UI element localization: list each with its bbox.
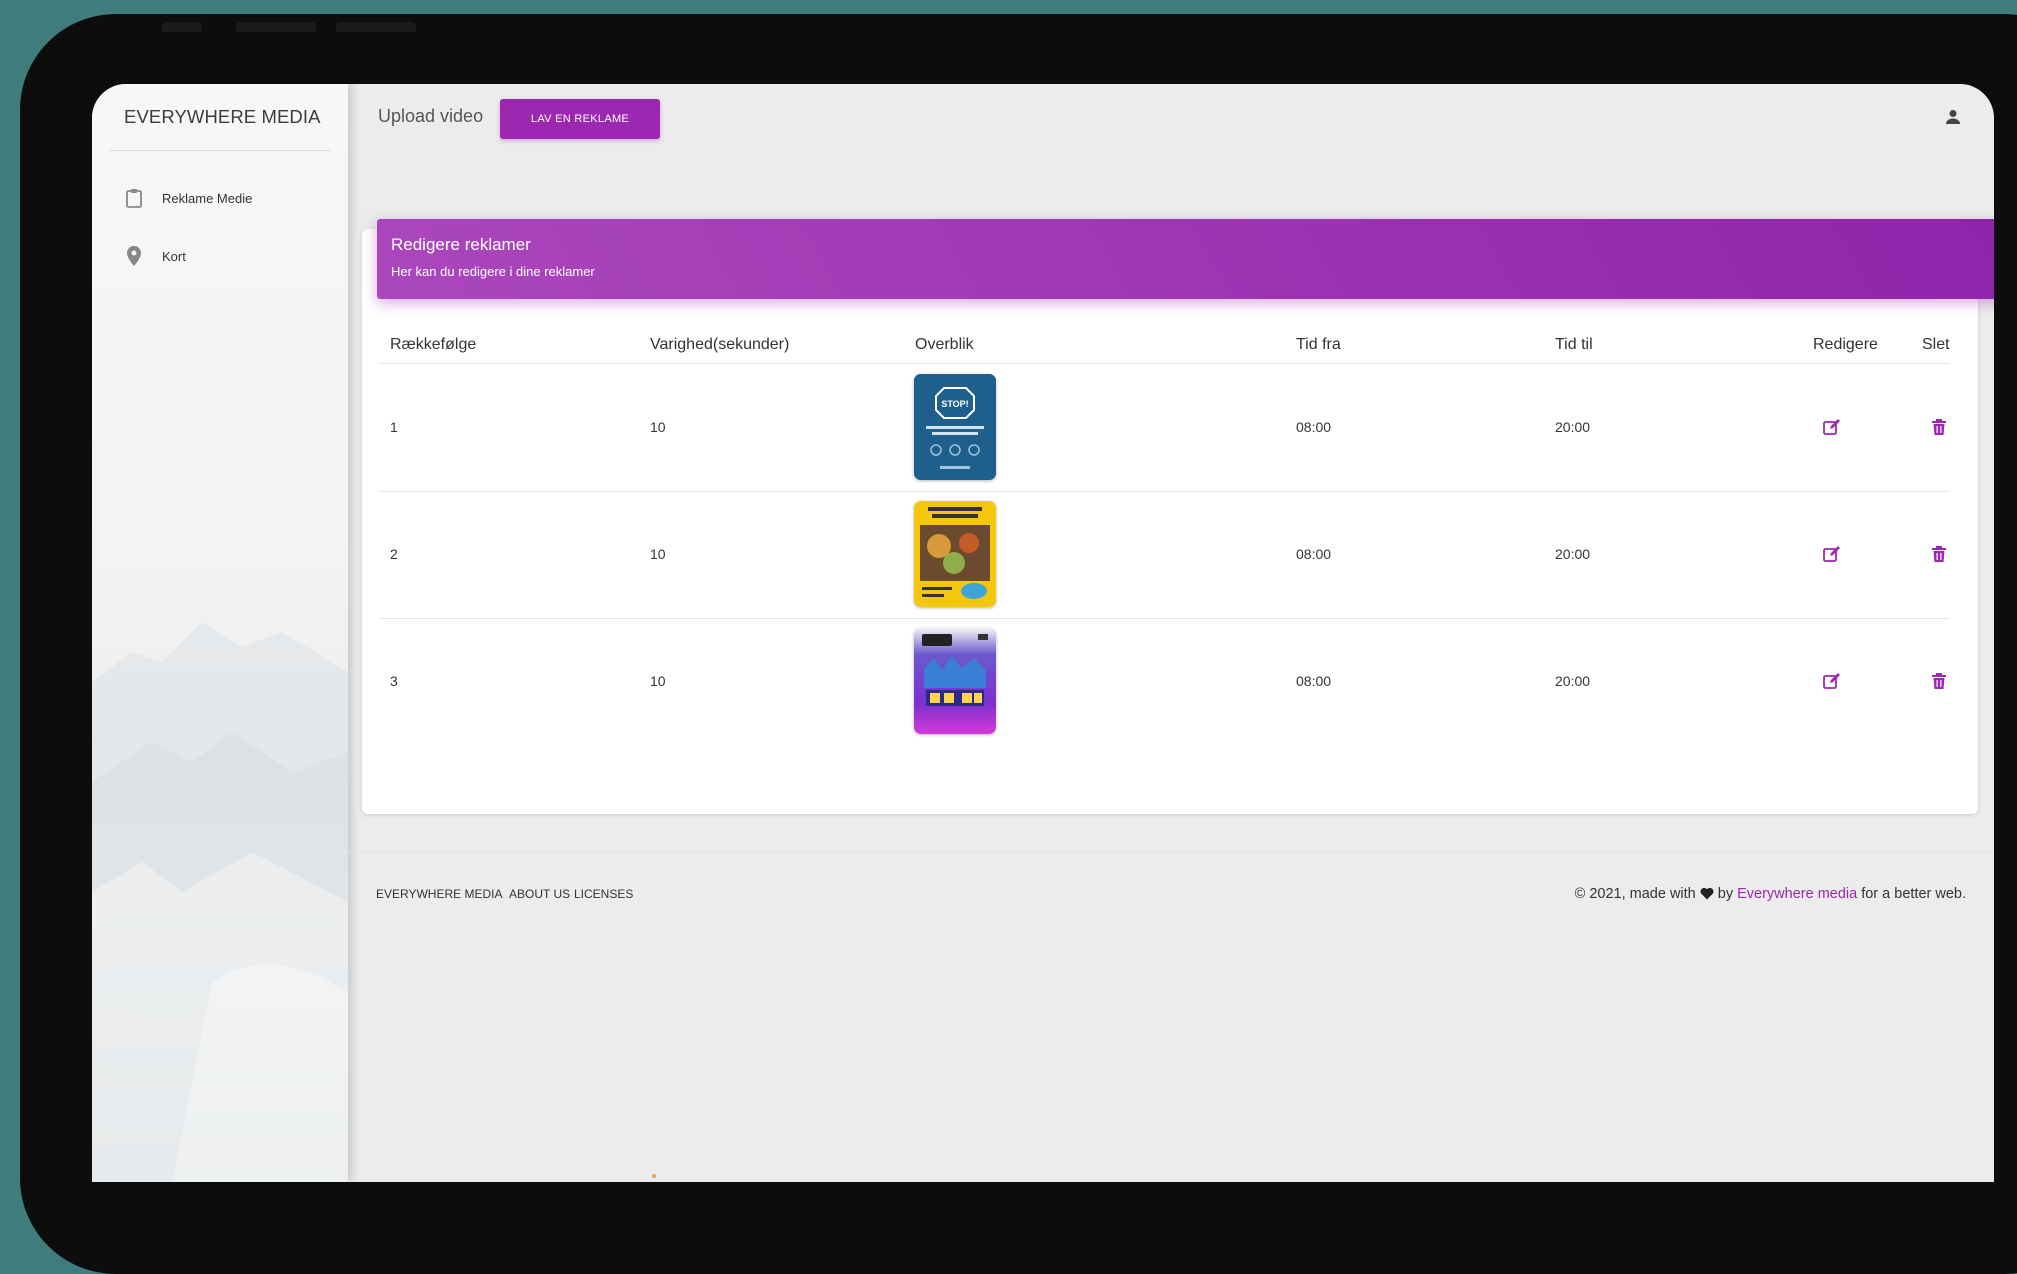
edit-icon[interactable] — [1821, 416, 1843, 438]
footer-link-about-us[interactable]: ABOUT US — [509, 887, 570, 901]
mountain-background-image — [92, 622, 348, 1182]
time-to-cell: 20:00 — [1555, 673, 1591, 689]
copyright-prefix: © 2021, made with — [1574, 886, 1696, 902]
brand-logo[interactable]: EVERYWHERE MEDIA — [124, 106, 321, 128]
column-header-time-from: Tid fra — [1296, 336, 1341, 353]
device-button — [336, 22, 416, 32]
column-header-order: Rækkefølge — [390, 336, 477, 353]
person-icon[interactable] — [1944, 108, 1962, 126]
ad-thumbnail[interactable] — [914, 628, 996, 734]
column-header-edit: Redigere — [1813, 336, 1878, 353]
ad-thumbnail[interactable] — [914, 501, 996, 607]
column-header-duration: Varighed(sekunder) — [650, 336, 790, 353]
time-from-cell: 08:00 — [1296, 419, 1332, 435]
order-cell: 2 — [390, 546, 398, 562]
column-header-delete: Slet — [1922, 336, 1950, 353]
order-cell: 3 — [390, 673, 398, 689]
page-title: Upload video — [378, 106, 484, 126]
everywhere-media-link[interactable]: Everywhere media — [1737, 886, 1857, 902]
time-from-cell: 08:00 — [1296, 673, 1332, 689]
sidebar: EVERYWHERE MEDIA Reklame Medie Kort — [92, 84, 348, 1182]
ad-thumbnail[interactable]: STOP! — [914, 374, 996, 480]
footer-link-licenses[interactable]: LICENSES — [574, 887, 633, 901]
divider — [110, 150, 330, 151]
table-row: 1 10 STOP! 08:00 20:00 — [380, 364, 1950, 492]
card-subtitle: Her kan du redigere i dine reklamer — [391, 264, 595, 279]
ads-card: Redigere reklamer Her kan du redigere i … — [362, 219, 1994, 814]
heart-icon — [1700, 887, 1714, 904]
duration-cell: 10 — [650, 546, 666, 562]
copyright: © 2021, made with by Everywhere media for… — [1575, 886, 1966, 904]
time-to-cell: 20:00 — [1555, 546, 1591, 562]
duration-cell: 10 — [650, 419, 666, 435]
sidebar-item-kort[interactable]: Kort — [122, 244, 186, 268]
tablet-frame: EVERYWHERE MEDIA Reklame Medie Kort Uplo… — [20, 14, 2017, 1274]
location-pin-icon — [122, 244, 146, 268]
clipboard-icon — [122, 186, 146, 210]
duration-cell: 10 — [650, 673, 666, 689]
footer-link-everywhere-media[interactable]: EVERYWHERE MEDIA — [376, 887, 502, 901]
sidebar-item-label: Kort — [162, 248, 186, 264]
edit-icon[interactable] — [1821, 670, 1843, 692]
trash-icon[interactable] — [1928, 670, 1950, 692]
time-from-cell: 08:00 — [1296, 546, 1332, 562]
table-row: 2 10 08:00 20:00 — [380, 491, 1950, 619]
table-row: 3 10 08:00 20:00 — [380, 618, 1950, 745]
trash-icon[interactable] — [1928, 543, 1950, 565]
copyright-by: by — [1717, 886, 1734, 902]
thumbnail-stop-text: STOP! — [941, 399, 968, 409]
app-screen: EVERYWHERE MEDIA Reklame Medie Kort Uplo… — [92, 84, 1994, 1182]
sidebar-item-reklame-medie[interactable]: Reklame Medie — [122, 186, 252, 210]
time-to-cell: 20:00 — [1555, 419, 1591, 435]
edit-icon[interactable] — [1821, 543, 1843, 565]
column-header-overview: Overblik — [915, 336, 974, 353]
divider — [348, 852, 1994, 853]
device-button — [162, 22, 202, 32]
copyright-suffix: for a better web. — [1861, 886, 1966, 902]
sidebar-item-label: Reklame Medie — [162, 190, 253, 206]
card-header: Redigere reklamer Her kan du redigere i … — [377, 219, 1994, 299]
decorative-dot — [652, 1174, 656, 1178]
device-button — [236, 22, 316, 32]
column-header-time-to: Tid til — [1555, 336, 1593, 353]
order-cell: 1 — [390, 419, 398, 435]
main-content: Upload video LAV EN REKLAME Redigere rek… — [348, 84, 1994, 1182]
card-title: Redigere reklamer — [391, 235, 531, 254]
trash-icon[interactable] — [1928, 416, 1950, 438]
create-ad-button[interactable]: LAV EN REKLAME — [500, 99, 660, 139]
